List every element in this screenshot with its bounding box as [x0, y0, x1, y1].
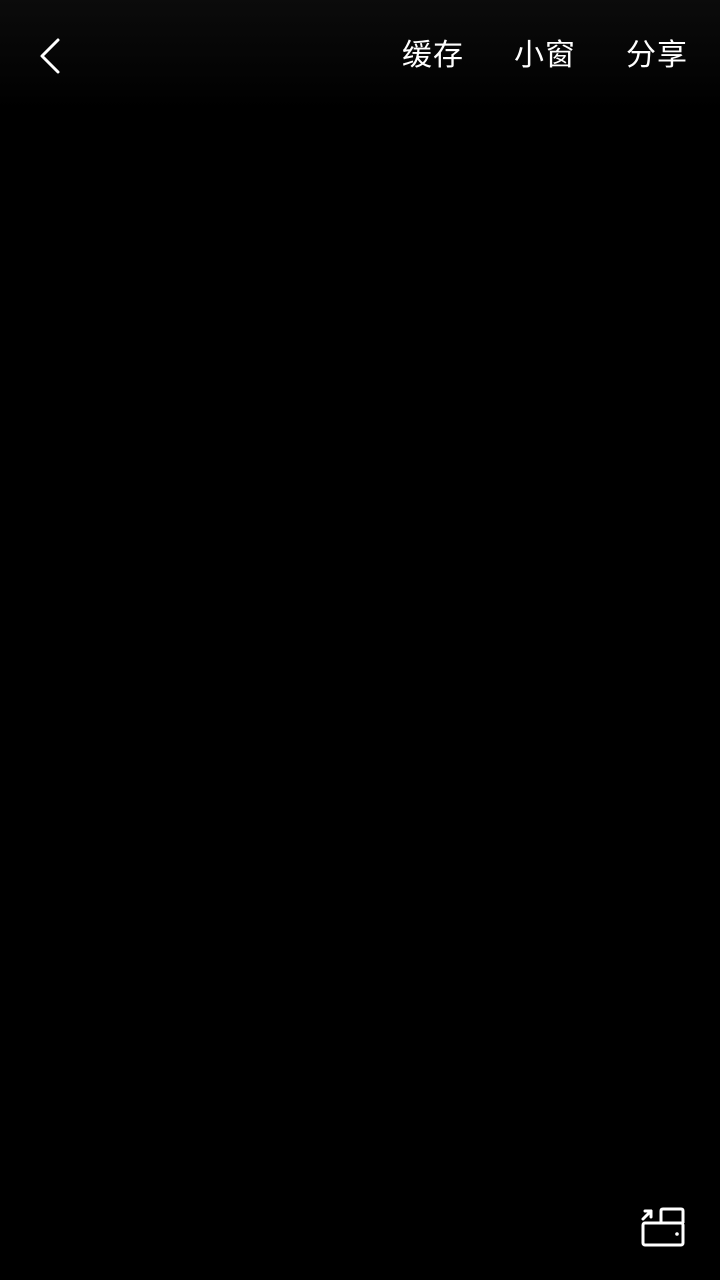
video-player[interactable]: 缓存 小窗 分享: [0, 0, 720, 1280]
chevron-left-icon: [40, 38, 60, 74]
share-button[interactable]: 分享: [626, 30, 688, 82]
rotate-screen-button[interactable]: [632, 1192, 702, 1262]
mini-window-button[interactable]: 小窗: [514, 30, 576, 82]
back-button[interactable]: [22, 28, 78, 84]
screen-rotate-icon: [641, 1207, 685, 1247]
download-cache-button[interactable]: 缓存: [402, 30, 464, 82]
top-actions: 缓存 小窗 分享: [370, 30, 706, 82]
